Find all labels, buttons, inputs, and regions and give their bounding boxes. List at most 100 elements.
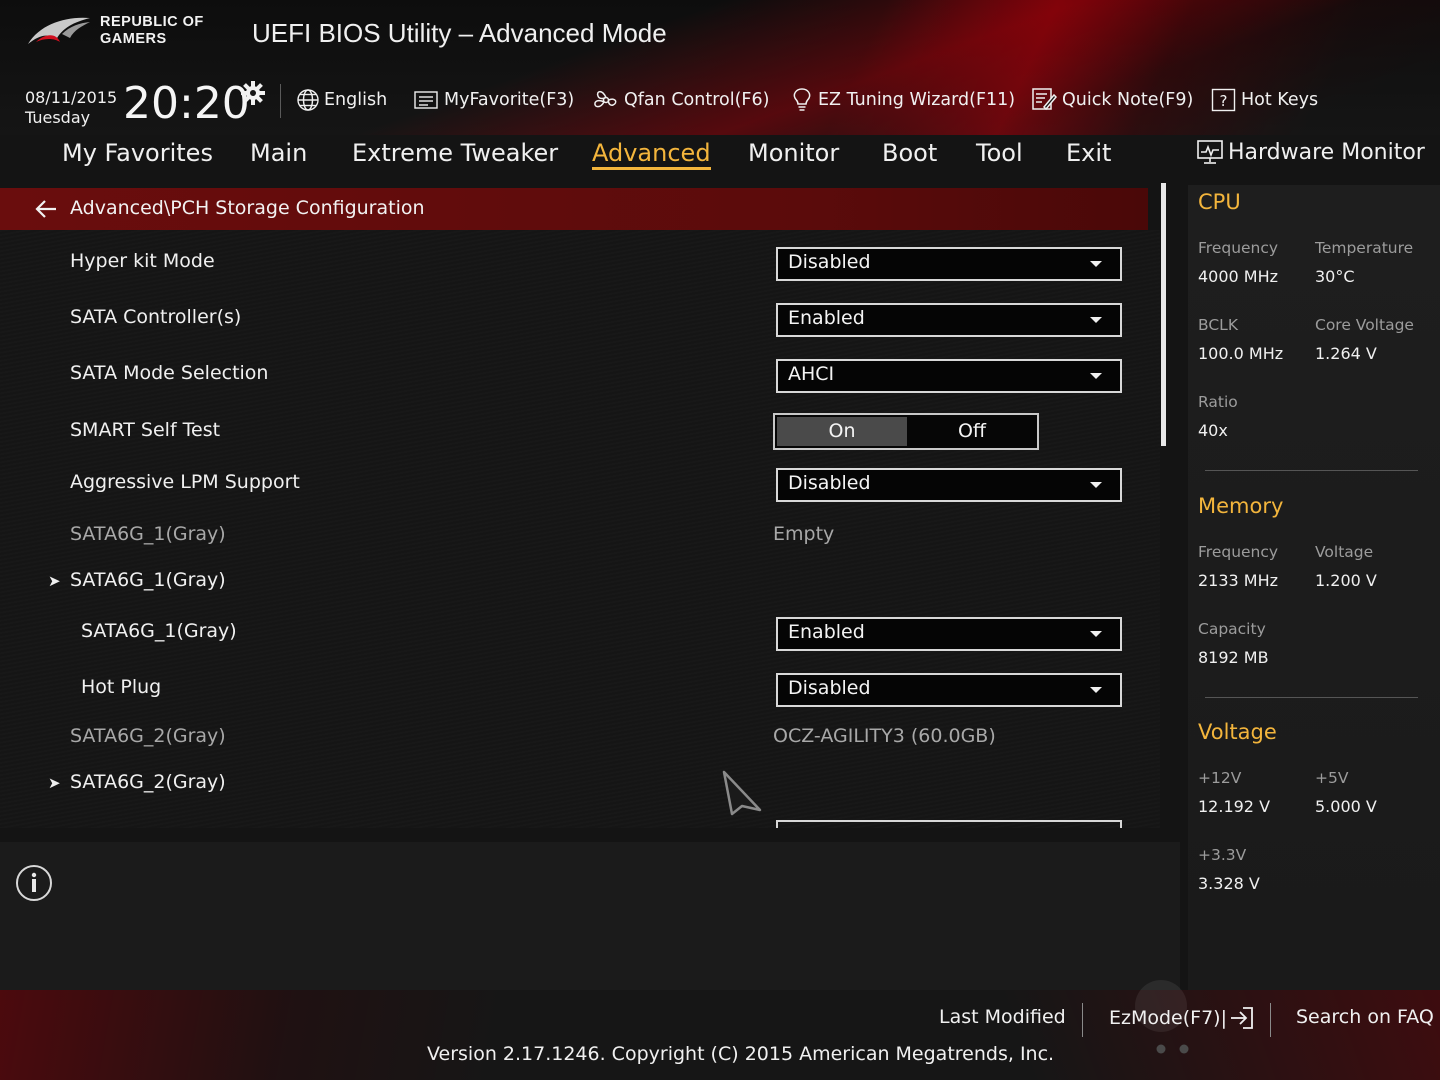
sata6g-1-port-dropdown[interactable]: Enabled	[776, 617, 1122, 651]
tab-boot[interactable]: Boot	[882, 139, 937, 167]
mouse-cursor-icon	[722, 770, 762, 816]
hardware-monitor-title: Hardware Monitor	[1228, 139, 1425, 165]
smart-self-test-toggle[interactable]: On Off	[773, 413, 1039, 450]
hyper-kit-mode-value: Disabled	[788, 251, 871, 273]
chevron-down-icon	[1090, 317, 1102, 323]
quick-note-button[interactable]: Quick Note(F9)	[1032, 86, 1193, 114]
version-text: Version 2.17.1246. Copyright (C) 2015 Am…	[427, 1043, 1055, 1065]
back-arrow-icon[interactable]	[34, 198, 58, 220]
myfavorite-label: MyFavorite(F3)	[444, 90, 575, 110]
footer-bar	[0, 990, 1440, 1080]
clock-display: 20:20	[123, 78, 250, 129]
chevron-down-icon	[1090, 687, 1102, 693]
section-divider	[1205, 470, 1418, 471]
cpu-bclk-value: 100.0 MHz	[1198, 344, 1284, 363]
tab-advanced[interactable]: Advanced	[592, 139, 711, 170]
main-nav: My Favorites Main Extreme Tweaker Advanc…	[0, 135, 1180, 185]
tab-exit[interactable]: Exit	[1066, 139, 1111, 167]
partial-dropdown[interactable]	[776, 820, 1122, 828]
cpu-bclk-label: BCLK	[1198, 316, 1238, 334]
quick-note-label: Quick Note(F9)	[1062, 90, 1194, 110]
hot-keys-button[interactable]: ? Hot Keys	[1211, 86, 1318, 114]
sata6g-1-info-label: SATA6G_1(Gray)	[70, 523, 226, 545]
toggle-off-option[interactable]: Off	[907, 417, 1037, 446]
aggressive-lpm-dropdown[interactable]: Disabled	[776, 468, 1122, 502]
lightbulb-icon	[793, 88, 811, 111]
language-button[interactable]: English	[296, 86, 387, 114]
cpu-ratio-label: Ratio	[1198, 393, 1238, 411]
memory-frequency-label: Frequency	[1198, 543, 1279, 561]
qfan-label: Qfan Control(F6)	[624, 90, 770, 110]
voltage-section-title: Voltage	[1198, 720, 1277, 744]
rog-eye-icon	[28, 17, 90, 44]
memory-voltage-value: 1.200 V	[1315, 571, 1377, 590]
last-modified-button[interactable]: Last Modified	[939, 1006, 1066, 1028]
ez-tuning-wizard-button[interactable]: EZ Tuning Wizard(F11)	[790, 86, 1015, 114]
aggressive-lpm-label: Aggressive LPM Support	[70, 471, 300, 493]
sata6g-2-submenu[interactable]: SATA6G_2(Gray)	[70, 771, 226, 793]
cpu-ratio-value: 40x	[1198, 421, 1228, 440]
sata-mode-selection-dropdown[interactable]: AHCI	[776, 359, 1122, 393]
sata-controllers-dropdown[interactable]: Enabled	[776, 303, 1122, 337]
breadcrumb: Advanced\PCH Storage Configuration	[70, 197, 425, 219]
hardware-monitor-header: Hardware Monitor	[1196, 139, 1425, 165]
breadcrumb-bar: Advanced\PCH Storage Configuration	[0, 188, 1148, 230]
cpu-core-voltage-value: 1.264 V	[1315, 344, 1377, 363]
tab-my-favorites[interactable]: My Favorites	[62, 139, 213, 167]
voltage-5v-value: 5.000 V	[1315, 797, 1377, 816]
chevron-down-icon	[1090, 261, 1102, 267]
memory-section-title: Memory	[1198, 494, 1284, 518]
globe-icon	[297, 89, 319, 111]
settings-gear-icon[interactable]	[240, 80, 266, 106]
svg-text:?: ?	[1220, 92, 1228, 110]
sata-controllers-label: SATA Controller(s)	[70, 306, 242, 328]
help-info-area	[0, 842, 1180, 990]
sata-mode-selection-label: SATA Mode Selection	[70, 362, 269, 384]
sata6g-1-device-value: Empty	[773, 523, 835, 545]
toolbar-divider	[280, 84, 281, 118]
search-on-faq-button[interactable]: Search on FAQ	[1296, 1006, 1434, 1028]
cpu-core-voltage-label: Core Voltage	[1315, 316, 1414, 334]
hot-plug-value: Disabled	[788, 677, 871, 699]
chevron-down-icon	[1090, 373, 1102, 379]
sata6g-1-submenu[interactable]: SATA6G_1(Gray)	[70, 569, 226, 591]
cpu-frequency-value: 4000 MHz	[1198, 267, 1279, 286]
qfan-control-button[interactable]: Qfan Control(F6)	[592, 86, 769, 114]
toggle-on-option[interactable]: On	[777, 417, 907, 446]
hot-plug-label: Hot Plug	[81, 676, 162, 698]
tab-monitor[interactable]: Monitor	[748, 139, 839, 167]
tab-tool[interactable]: Tool	[976, 139, 1023, 167]
info-icon	[16, 865, 52, 901]
chevron-down-icon	[1090, 482, 1102, 488]
cpu-frequency-label: Frequency	[1198, 239, 1279, 257]
hyper-kit-mode-dropdown[interactable]: Disabled	[776, 247, 1122, 281]
hot-plug-dropdown[interactable]: Disabled	[776, 673, 1122, 707]
voltage-12v-value: 12.192 V	[1198, 797, 1271, 816]
sata6g-1-port-value: Enabled	[788, 621, 865, 643]
ezmode-button[interactable]: EzMode(F7)|	[1109, 1006, 1255, 1030]
memory-capacity-label: Capacity	[1198, 620, 1266, 638]
voltage-3v3-label: +3.3V	[1198, 846, 1247, 864]
hot-keys-label: Hot Keys	[1241, 90, 1319, 110]
brand-line-2: GAMERS	[100, 31, 167, 47]
memory-capacity-value: 8192 MB	[1198, 648, 1269, 667]
exit-arrow-icon	[1231, 1007, 1253, 1029]
footer-divider	[1270, 1003, 1271, 1037]
help-question-icon: ?	[1211, 88, 1236, 112]
cpu-temperature-value: 30°C	[1315, 267, 1355, 286]
fan-icon	[594, 90, 617, 108]
sata6g-1-port-label: SATA6G_1(Gray)	[81, 620, 237, 642]
sata-controllers-value: Enabled	[788, 307, 865, 329]
footer-divider	[1082, 1003, 1083, 1037]
sata-mode-selection-value: AHCI	[788, 363, 835, 385]
tab-extreme-tweaker[interactable]: Extreme Tweaker	[352, 139, 558, 167]
smart-self-test-label: SMART Self Test	[70, 419, 221, 441]
brand-line-1: REPUBLIC OF	[100, 14, 204, 30]
cpu-temperature-label: Temperature	[1315, 239, 1414, 257]
settings-scrollbar[interactable]	[1161, 183, 1166, 446]
tab-main[interactable]: Main	[250, 139, 307, 167]
ez-tuning-label: EZ Tuning Wizard(F11)	[818, 90, 1016, 110]
settings-panel: Hyper kit Mode Disabled SATA Controller(…	[0, 230, 1160, 828]
myfavorite-button[interactable]: MyFavorite(F3)	[414, 86, 574, 114]
voltage-5v-label: +5V	[1315, 769, 1349, 787]
